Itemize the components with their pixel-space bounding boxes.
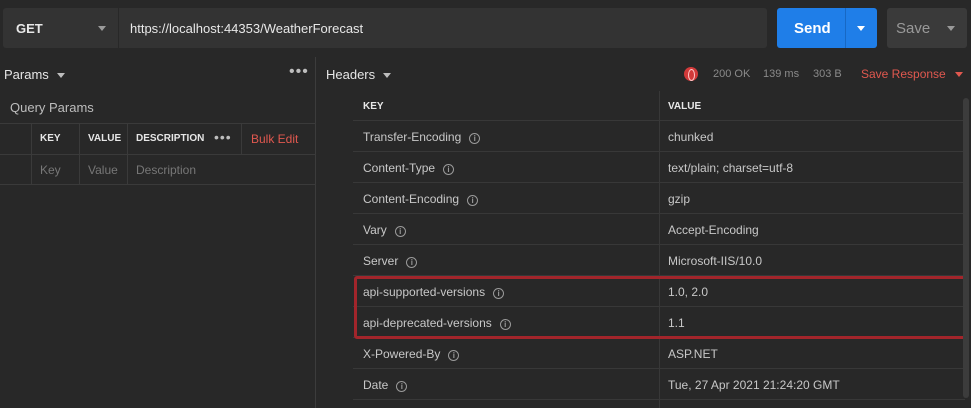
table-row: X-Powered-By i ASP.NET (353, 338, 965, 369)
info-icon[interactable]: i (469, 133, 481, 144)
response-headers-table: KEY VALUE Transfer-Encoding i chunked Con… (353, 91, 965, 400)
info-icon[interactable]: i (443, 164, 455, 175)
table-row: Content-Encoding i gzip (353, 183, 965, 214)
description-input[interactable]: Description (127, 155, 316, 185)
table-row: Server i Microsoft-IIS/10.0 (353, 245, 965, 276)
method-label: GET (16, 21, 43, 36)
save-button[interactable]: Save (887, 8, 967, 48)
tab-params[interactable]: Params (4, 67, 65, 82)
query-params-table: KEY VALUE DESCRIPTION ••• Bulk Edit Key … (0, 123, 316, 185)
request-bar: GET https://localhost:44353/WeatherForec… (0, 0, 971, 57)
send-label: Send (794, 20, 831, 37)
header-key: Content-Type i (363, 161, 455, 175)
header-key: Content-Encoding i (363, 192, 479, 206)
headers-header-row: KEY VALUE (353, 91, 965, 121)
query-params-empty-row: Key Value Description (0, 154, 316, 185)
response-size: 303 B (813, 68, 842, 80)
chevron-down-icon (56, 73, 65, 79)
column-header-description: DESCRIPTION (127, 124, 207, 154)
more-horizontal-icon[interactable]: ••• (214, 129, 232, 145)
info-icon[interactable]: i (396, 381, 408, 392)
info-icon[interactable]: i (467, 195, 479, 206)
header-value: gzip (668, 192, 691, 206)
column-header-key: KEY (31, 124, 79, 154)
save-response-label: Save Response (861, 67, 946, 81)
save-label: Save (896, 20, 931, 37)
scrollbar[interactable] (963, 98, 969, 398)
column-divider (241, 124, 242, 154)
tab-headers[interactable]: Headers (326, 67, 392, 82)
send-button[interactable]: Send (777, 8, 877, 48)
globe-icon[interactable] (684, 67, 698, 81)
info-icon[interactable]: i (448, 350, 460, 361)
response-panel: Headers 200 OK 139 ms 303 B Save Respons… (317, 57, 971, 408)
send-divider (845, 8, 846, 48)
url-input[interactable]: https://localhost:44353/WeatherForecast (119, 8, 767, 48)
save-response-button[interactable]: Save Response (861, 67, 963, 81)
more-horizontal-icon[interactable]: ••• (289, 63, 309, 81)
versions-highlight-box (354, 276, 967, 339)
header-key: Date i (363, 378, 408, 392)
value-input[interactable]: Value (79, 155, 127, 185)
key-input[interactable]: Key (31, 155, 79, 185)
header-value: Tue, 27 Apr 2021 21:24:20 GMT (668, 378, 840, 392)
response-time: 139 ms (763, 68, 800, 80)
header-value: text/plain; charset=utf-8 (668, 161, 794, 175)
table-row: Transfer-Encoding i chunked (353, 121, 965, 152)
status-badge: 200 OK (713, 68, 751, 80)
bulk-edit-link[interactable]: Bulk Edit (251, 132, 298, 146)
save-options-chevron-icon[interactable] (947, 26, 955, 31)
header-value: ASP.NET (668, 347, 718, 361)
tab-params-label: Params (4, 67, 49, 82)
header-value: Accept-Encoding (668, 223, 759, 237)
tab-headers-label: Headers (326, 67, 376, 82)
header-value: Microsoft-IIS/10.0 (668, 254, 763, 268)
send-options-chevron-icon[interactable] (857, 26, 865, 31)
table-row: Date i Tue, 27 Apr 2021 21:24:20 GMT (353, 369, 965, 400)
column-header-value: VALUE (668, 101, 702, 112)
query-params-title: Query Params (10, 100, 94, 115)
info-icon[interactable]: i (394, 226, 406, 237)
header-key: Transfer-Encoding i (363, 130, 481, 144)
header-key: Vary i (363, 223, 406, 237)
chevron-down-icon (383, 73, 392, 79)
method-select[interactable]: GET (3, 8, 118, 48)
table-row: Vary i Accept-Encoding (353, 214, 965, 245)
chevron-down-icon (98, 26, 106, 31)
header-key: Server i (363, 254, 418, 268)
table-row: Content-Type i text/plain; charset=utf-8 (353, 152, 965, 183)
header-value: chunked (668, 130, 714, 144)
header-key: X-Powered-By i (363, 347, 460, 361)
info-icon[interactable]: i (406, 257, 418, 268)
params-panel: Params ••• Query Params KEY VALUE DESCRI… (0, 57, 316, 408)
column-header-key: KEY (363, 101, 384, 112)
query-params-header-row: KEY VALUE DESCRIPTION ••• Bulk Edit (0, 123, 316, 154)
column-header-value: VALUE (79, 124, 127, 154)
chevron-down-icon (954, 72, 963, 78)
